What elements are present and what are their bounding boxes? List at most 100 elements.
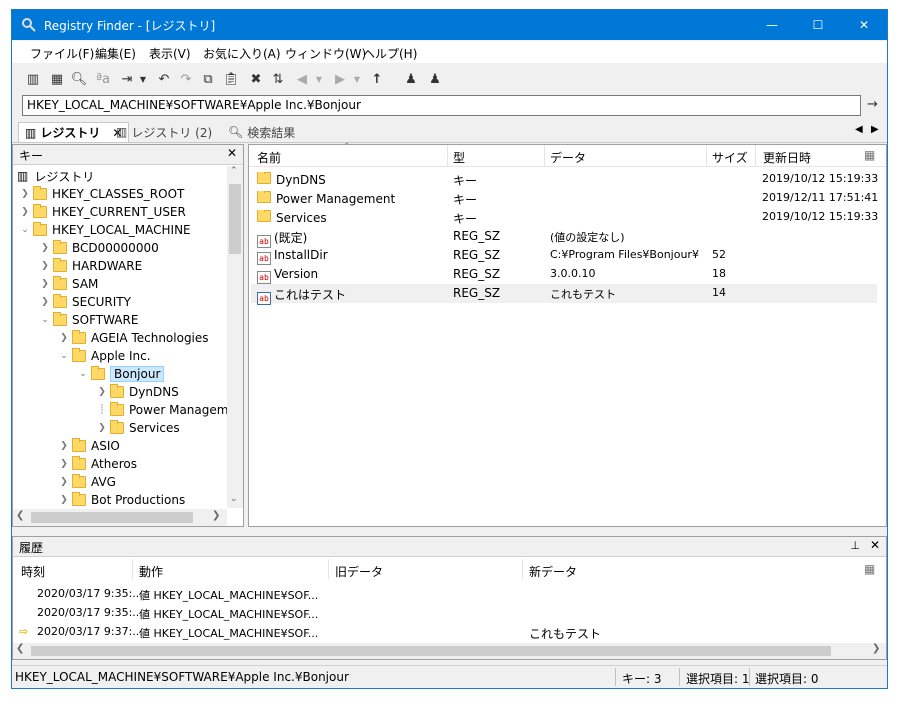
expand-icon[interactable]: ❯ <box>58 477 70 487</box>
column-old-data[interactable]: 旧データ <box>335 563 383 580</box>
column-chooser-icon[interactable]: ▦ <box>864 148 875 162</box>
expand-icon[interactable]: ❯ <box>58 459 70 469</box>
undo-icon[interactable]: ↶ <box>155 70 173 88</box>
expand-icon[interactable]: ❯ <box>39 243 51 253</box>
paste-icon[interactable]: 📋︎ <box>222 70 240 88</box>
tree-node[interactable]: ❯ Bot Productions <box>58 491 185 509</box>
column-size[interactable]: サイズ <box>712 149 748 166</box>
tree-node[interactable]: ⌄ HKEY_LOCAL_MACHINE <box>19 221 191 239</box>
redo-icon[interactable]: ↷ <box>177 70 195 88</box>
column-divider[interactable] <box>447 145 448 167</box>
history-row-current[interactable]: ⇨ 2020/03/17 9:37:... 値 HKEY_LOCAL_MACHI… <box>13 622 873 641</box>
column-divider[interactable] <box>755 145 756 167</box>
scroll-thumb[interactable] <box>31 646 831 656</box>
scroll-left-icon[interactable]: ❮ <box>16 643 24 654</box>
tree-node[interactable]: ❯ HKEY_CURRENT_USER <box>19 203 186 221</box>
expand-icon[interactable]: ❯ <box>58 441 70 451</box>
tab-scroll-right-icon[interactable]: ▶ <box>871 124 879 135</box>
menu-favorites[interactable]: お気に入り(A) <box>203 45 281 62</box>
column-chooser-icon[interactable]: ▦ <box>864 562 875 576</box>
back-icon[interactable]: ◀ <box>293 70 311 88</box>
tree-node[interactable]: ❯ BCD00000000 <box>39 239 159 257</box>
collapse-icon[interactable]: ⌄ <box>58 351 70 361</box>
pin-icon[interactable]: ⊥ <box>850 539 860 552</box>
menu-view[interactable]: 表示(V) <box>149 45 191 62</box>
column-divider[interactable] <box>522 559 523 579</box>
tree-node-selected[interactable]: ⌄ Bonjour <box>77 365 165 383</box>
forward-dropdown-icon[interactable]: ▼ <box>348 70 366 88</box>
column-new-data[interactable]: 新データ <box>529 563 577 580</box>
scroll-thumb[interactable] <box>31 512 193 523</box>
menu-edit[interactable]: 編集(E) <box>95 45 136 62</box>
menu-file[interactable]: ファイル(F) <box>30 45 94 62</box>
list-row[interactable]: Services キー 2019/10/12 15:19:33 <box>251 208 878 227</box>
scroll-down-icon[interactable]: ⌄ <box>230 494 238 504</box>
history-horizontal-scrollbar[interactable]: ❮ ❯ <box>13 643 886 659</box>
expand-icon[interactable]: ❯ <box>39 261 51 271</box>
column-type[interactable]: 型 <box>453 149 465 166</box>
column-name[interactable]: 名前 <box>257 149 281 166</box>
tree-node[interactable]: ❯ SAM <box>39 275 98 293</box>
collapse-icon[interactable]: ⌄ <box>39 315 51 325</box>
expand-icon[interactable]: ❯ <box>19 189 31 199</box>
expand-icon[interactable]: ❯ <box>58 495 70 505</box>
tree-node[interactable]: ❯ AGEIA Technologies <box>58 329 209 347</box>
expand-icon[interactable]: ❯ <box>96 387 108 397</box>
tree-node[interactable]: ❯ AVG <box>58 473 116 491</box>
tree-node[interactable]: ❯ Services <box>96 419 180 437</box>
next-bookmark-icon[interactable]: ♟ <box>426 70 444 88</box>
history-row[interactable]: 2020/03/17 9:35:... 値 HKEY_LOCAL_MACHINE… <box>13 584 873 603</box>
refresh-icon[interactable]: ⇅ <box>269 70 287 88</box>
find-icon[interactable]: 🔍︎ <box>70 70 88 88</box>
tree-node[interactable]: ❯ Atheros <box>58 455 137 473</box>
close-icon[interactable]: ✕ <box>870 538 880 552</box>
forward-icon[interactable]: ▶ <box>331 70 349 88</box>
close-button[interactable]: ✕ <box>841 10 887 40</box>
column-time[interactable]: 時刻 <box>21 563 45 580</box>
expand-icon[interactable]: ❯ <box>58 333 70 343</box>
scroll-left-icon[interactable]: ❮ <box>16 510 24 521</box>
copy-icon[interactable]: ⧉ <box>199 70 217 88</box>
up-icon[interactable]: ↑ <box>368 70 386 88</box>
tree-node[interactable]: ❯ HKEY_CLASSES_ROOT <box>19 185 184 203</box>
scroll-thumb[interactable] <box>229 184 241 254</box>
remote-registry-icon[interactable]: ▦ <box>48 70 66 88</box>
tab-registry-2[interactable]: ▥ レジストリ (2) <box>116 122 212 142</box>
tab-search-results[interactable]: 🔍︎ 検索結果 <box>228 122 295 142</box>
menu-help[interactable]: ヘルプ(H) <box>363 45 417 62</box>
history-row[interactable]: 2020/03/17 9:35:... 値 HKEY_LOCAL_MACHINE… <box>13 603 873 622</box>
title-bar[interactable]: Registry Finder - [レジストリ] — ☐ ✕ <box>12 10 887 40</box>
replace-icon[interactable]: ªa <box>94 70 112 88</box>
expand-icon[interactable]: ❯ <box>39 279 51 289</box>
tree-root[interactable]: ▥ レジストリ <box>17 167 94 185</box>
collapse-icon[interactable]: ⌄ <box>77 369 89 379</box>
maximize-button[interactable]: ☐ <box>795 10 841 40</box>
expand-icon[interactable]: ❯ <box>96 423 108 433</box>
delete-icon[interactable]: ✖ <box>247 70 265 88</box>
go-arrow-icon[interactable]: → <box>867 97 878 112</box>
back-dropdown-icon[interactable]: ▼ <box>310 70 328 88</box>
list-row[interactable]: Power Management キー 2019/12/11 17:51:41 <box>251 189 878 208</box>
address-bar[interactable]: HKEY_LOCAL_MACHINE¥SOFTWARE¥Apple Inc.¥B… <box>22 95 861 116</box>
tree-node[interactable]: ┊ Power Manageme <box>96 401 236 419</box>
tree-node[interactable]: ❯ HARDWARE <box>39 257 142 275</box>
scroll-up-icon[interactable]: ⌃ <box>230 166 238 176</box>
tree-horizontal-scrollbar[interactable]: ❮ ❯ <box>13 509 227 526</box>
menu-window[interactable]: ウィンドウ(W) <box>285 45 366 62</box>
column-divider[interactable] <box>544 145 545 167</box>
tab-registry[interactable]: ▥ レジストリ ✕ <box>18 122 130 142</box>
minimize-button[interactable]: — <box>749 10 795 40</box>
tree-node[interactable]: ❯ SECURITY <box>39 293 131 311</box>
list-row[interactable]: DynDNS キー 2019/10/12 15:19:33 <box>251 170 878 189</box>
tree-node[interactable]: ⌄ Apple Inc. <box>58 347 151 365</box>
dropdown-arrow-icon[interactable]: ▼ <box>134 70 152 88</box>
list-row[interactable]: ab InstallDir REG_SZ C:¥Program Files¥Bon… <box>251 246 877 265</box>
column-data[interactable]: データ <box>550 149 586 166</box>
column-divider[interactable] <box>132 559 133 579</box>
expand-icon[interactable]: ❯ <box>19 207 31 217</box>
tree-vertical-scrollbar[interactable]: ⌃ ⌄ <box>227 166 243 508</box>
expand-icon[interactable]: ❯ <box>39 297 51 307</box>
tree-node[interactable]: ⌄ SOFTWARE <box>39 311 138 329</box>
column-divider[interactable] <box>328 559 329 579</box>
list-row-selected[interactable]: ab これはテスト REG_SZ これもテスト 14 <box>251 284 877 305</box>
